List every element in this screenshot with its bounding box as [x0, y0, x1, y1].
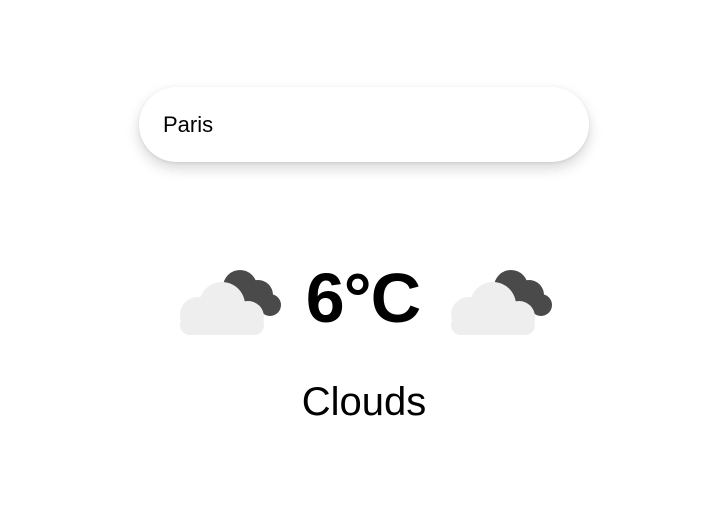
cloud-icon — [451, 270, 552, 335]
search-box[interactable] — [139, 87, 589, 162]
city-search-input[interactable] — [139, 87, 589, 162]
temperature-value: 6°C — [305, 259, 421, 337]
weather-summary: 6°C — [0, 258, 723, 338]
weather-condition: Clouds — [301, 380, 427, 424]
